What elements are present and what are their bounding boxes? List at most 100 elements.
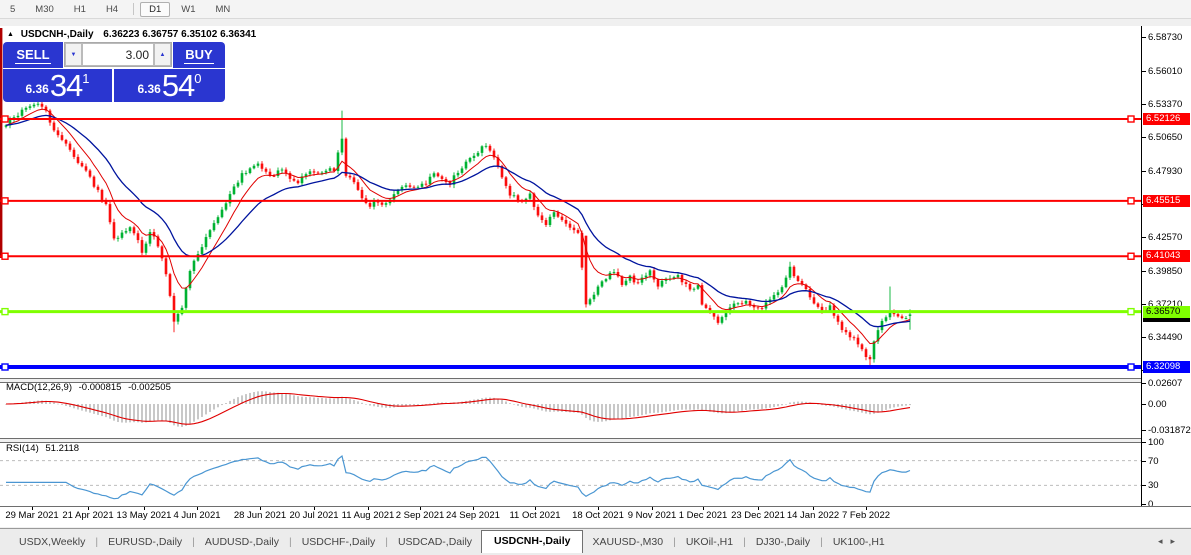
level-line-handle[interactable] — [1128, 253, 1134, 259]
timeframe-toolbar: 5M30H1H4 D1W1MN — [0, 0, 1191, 19]
sell-price-base: 6.36 — [25, 82, 48, 96]
pane-splitter[interactable] — [0, 438, 1141, 443]
date-axis-label: 28 Jun 2021 — [234, 510, 286, 521]
chart-tab-uk100-h1[interactable]: UK100-,H1 — [824, 532, 894, 552]
tab-scroll-left-icon[interactable]: ◂ — [1158, 536, 1171, 546]
price-level-badge-6.41043: 6.41043 — [1143, 250, 1190, 262]
triangle-up-icon: ▲ — [160, 52, 166, 58]
one-click-trade-panel: SELL ▼ 3.00 ▲ BUY 6.36 34 1 6.36 54 0 — [3, 42, 225, 102]
chart-tab-usdcad-daily[interactable]: USDCAD-,Daily — [389, 532, 481, 552]
date-axis-label: 7 Feb 2022 — [842, 510, 890, 521]
macd-value-2: -0.002505 — [128, 382, 171, 393]
level-line-handle[interactable] — [1128, 364, 1134, 370]
axis-tick — [1142, 383, 1146, 384]
timeframe-button-w1[interactable]: W1 — [172, 2, 204, 17]
axis-tick — [1142, 504, 1146, 505]
rsi-axis-label: 0 — [1148, 499, 1153, 510]
price-axis-label: 6.56010 — [1148, 66, 1182, 77]
triangle-down-icon: ▼ — [71, 52, 77, 58]
date-axis-label: 23 Dec 2021 — [731, 510, 785, 521]
buy-price-display[interactable]: 6.36 54 0 — [114, 69, 225, 102]
tab-scroll-right-icon[interactable]: ▸ — [1170, 536, 1183, 546]
macd-axis-label: 0.02607 — [1148, 378, 1182, 389]
collapse-chart-icon[interactable]: ▲ — [7, 31, 14, 38]
date-axis-label: 4 Jun 2021 — [173, 510, 220, 521]
buy-price-pips: 54 — [162, 73, 194, 99]
level-line-handle[interactable] — [2, 198, 8, 204]
volume-increase-button[interactable]: ▲ — [154, 43, 171, 66]
rsi-axis-label: 70 — [1148, 456, 1159, 467]
price-axis-label: 6.39850 — [1148, 266, 1182, 277]
price-level-badge-6.32098: 6.32098 — [1143, 361, 1190, 373]
price-axis-label: 6.42570 — [1148, 232, 1182, 243]
axis-tick — [1142, 237, 1146, 238]
axis-tick — [1142, 430, 1146, 431]
date-axis-label: 29 Mar 2021 — [5, 510, 58, 521]
level-line-handle[interactable] — [1128, 198, 1134, 204]
rsi-axis-label: 30 — [1148, 480, 1159, 491]
timeframe-button-mn[interactable]: MN — [207, 2, 240, 17]
axis-tick — [1142, 304, 1146, 305]
sell-price-pips: 34 — [50, 73, 82, 99]
axis-tick — [1142, 104, 1146, 105]
macd-axis-label: -0.031872 — [1148, 425, 1191, 436]
timeframe-button-h4[interactable]: H4 — [97, 2, 127, 17]
chart-ohlc-values: 6.36223 6.36757 6.35102 6.36341 — [103, 29, 256, 40]
price-axis-label: 6.58730 — [1148, 32, 1182, 43]
timeframe-button-5[interactable]: 5 — [1, 2, 24, 17]
sell-price-point: 1 — [82, 71, 89, 86]
axis-tick — [1142, 37, 1146, 38]
chart-tab-xauusd-m30[interactable]: XAUUSD-,M30 — [583, 532, 672, 552]
level-line-handle[interactable] — [1128, 116, 1134, 122]
pane-splitter[interactable] — [0, 378, 1141, 383]
price-level-badge-6.45515: 6.45515 — [1143, 195, 1190, 207]
date-axis-label: 24 Sep 2021 — [446, 510, 500, 521]
chart-tab-audusd-daily[interactable]: AUDUSD-,Daily — [196, 532, 288, 552]
date-axis-label: 1 Dec 2021 — [679, 510, 728, 521]
axis-tick — [1142, 404, 1146, 405]
date-axis-label: 13 May 2021 — [117, 510, 172, 521]
price-axis-label: 6.34490 — [1148, 332, 1182, 343]
rsi-value: 51.2118 — [45, 443, 79, 454]
chart-tab-ukoil-h1[interactable]: UKOil-,H1 — [677, 532, 742, 552]
price-axis-label: 6.50650 — [1148, 132, 1182, 143]
chart-symbol-period: USDCNH-,Daily — [21, 29, 94, 40]
axis-tick — [1142, 337, 1146, 338]
date-axis-label: 14 Jan 2022 — [787, 510, 839, 521]
rsi-pane[interactable] — [0, 441, 1141, 506]
chart-tab-eurusd-daily[interactable]: EURUSD-,Daily — [99, 532, 191, 552]
timeframe-button-d1[interactable]: D1 — [140, 2, 170, 17]
date-axis-label: 21 Apr 2021 — [62, 510, 113, 521]
timeframe-button-h1[interactable]: H1 — [65, 2, 95, 17]
level-line-handle[interactable] — [1128, 309, 1134, 315]
timeframe-button-m30[interactable]: M30 — [26, 2, 62, 17]
axis-tick — [1142, 461, 1146, 462]
tab-scroll-arrows: ◂▸ — [1158, 536, 1183, 547]
mt4-terminal: { "window": { "toolbar": { "timeframes":… — [0, 0, 1191, 554]
sell-price-display[interactable]: 6.36 34 1 — [3, 69, 112, 102]
level-line-handle[interactable] — [2, 116, 8, 122]
macd-value-1: -0.000815 — [79, 382, 122, 393]
buy-price-base: 6.36 — [137, 82, 160, 96]
chart-tab-usdx-weekly[interactable]: USDX,Weekly — [10, 532, 94, 552]
level-line-handle[interactable] — [2, 364, 8, 370]
date-axis-label: 18 Oct 2021 — [572, 510, 624, 521]
rsi-label: RSI(14) 51.2118 — [6, 443, 79, 454]
level-line-handle[interactable] — [2, 309, 8, 315]
buy-button[interactable]: BUY — [173, 42, 225, 68]
axis-tick — [1142, 485, 1146, 486]
volume-input[interactable]: 3.00 — [82, 43, 154, 66]
axis-tick — [1142, 137, 1146, 138]
chart-tab-usdchf-daily[interactable]: USDCHF-,Daily — [293, 532, 385, 552]
volume-decrease-button[interactable]: ▼ — [65, 43, 82, 66]
axis-tick — [1142, 442, 1146, 443]
chart-tab-dj30-daily[interactable]: DJ30-,Daily — [747, 532, 819, 552]
level-line-handle[interactable] — [2, 253, 8, 259]
chart-title: ▲ USDCNH-,Daily 6.36223 6.36757 6.35102 … — [7, 29, 256, 40]
chart-tab-usdcnh-daily[interactable]: USDCNH-,Daily — [481, 530, 583, 553]
axis-tick — [1142, 71, 1146, 72]
toolbar-separator — [133, 3, 134, 15]
price-level-badge-6.36570: 6.36570 — [1143, 306, 1190, 318]
macd-pane[interactable] — [0, 381, 1141, 438]
sell-button[interactable]: SELL — [3, 42, 63, 68]
